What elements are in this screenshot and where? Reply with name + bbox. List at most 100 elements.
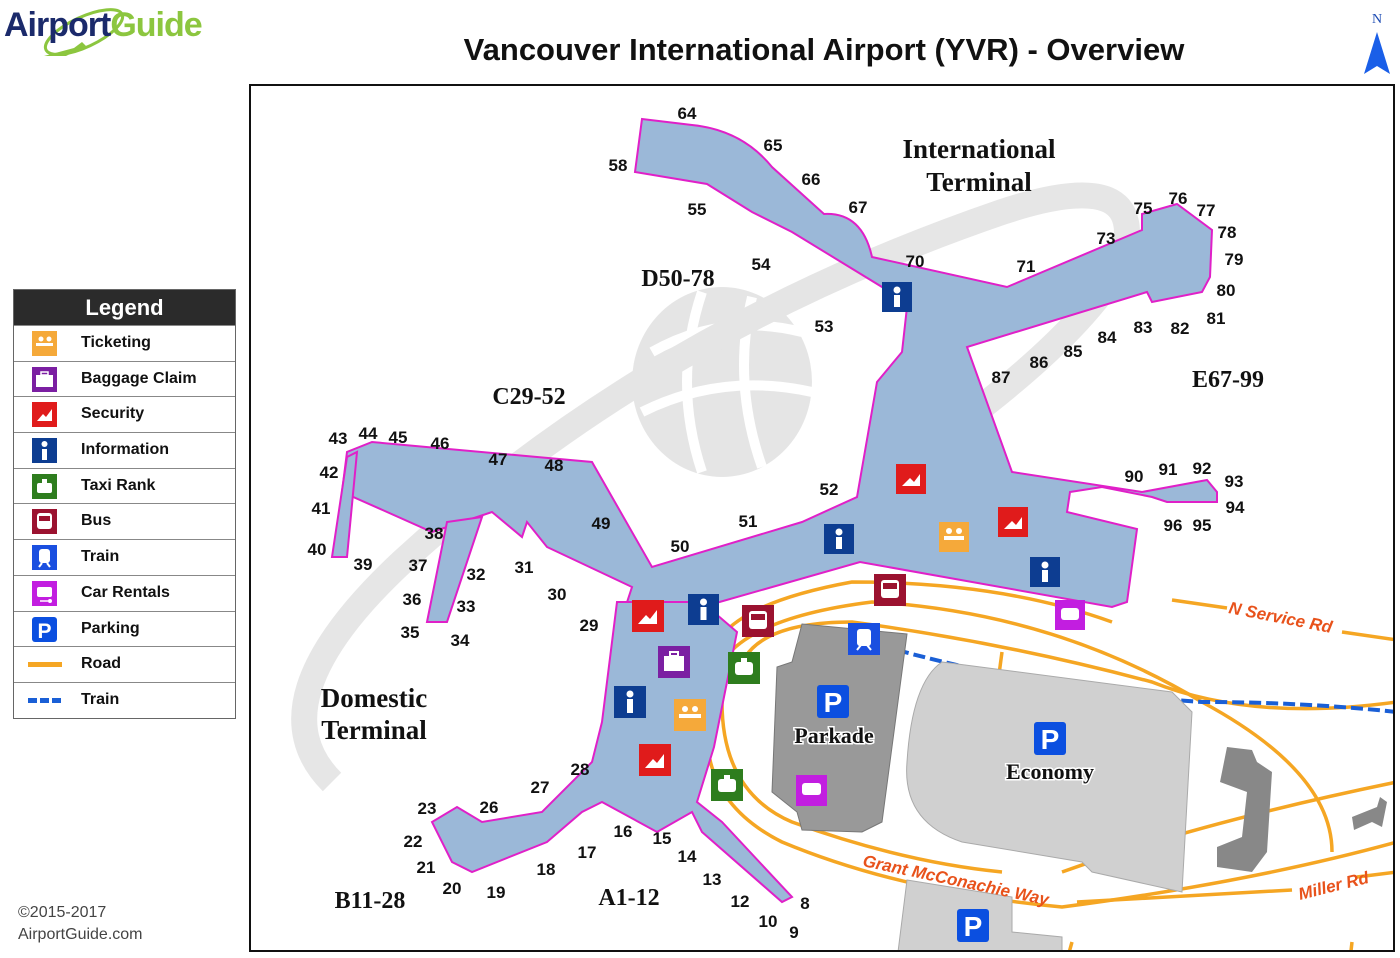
legend-item-security: Security	[14, 396, 235, 432]
gate-label: 90	[1125, 467, 1144, 486]
gate-label: 53	[815, 317, 834, 336]
airport-map[interactable]: P P P International Terminal Domestic Te…	[249, 84, 1395, 952]
small-structure	[1352, 797, 1387, 830]
airportguide-logo: AirportGuide	[4, 4, 204, 64]
legend-item-parking: P Parking	[14, 610, 235, 647]
legend-item-ticketing: Ticketing	[14, 325, 235, 361]
gate-label: 8	[800, 894, 809, 913]
gate-label: 91	[1159, 460, 1178, 479]
gate-label: 42	[320, 463, 339, 482]
train-icon	[32, 545, 57, 571]
gate-label: 10	[759, 912, 778, 931]
legend-label: Security	[81, 405, 145, 423]
ticketing-icon	[939, 522, 969, 552]
gate-label: 30	[548, 585, 567, 604]
security-icon	[632, 600, 664, 632]
gate-label: 84	[1098, 328, 1117, 347]
bus-icon	[742, 605, 774, 637]
gate-label: 22	[404, 832, 423, 851]
gate-label: 41	[312, 499, 331, 518]
bus-icon	[874, 574, 906, 606]
legend: Legend Ticketing Baggage Claim Security …	[13, 289, 236, 719]
gate-label: 94	[1226, 498, 1245, 517]
gate-label: 78	[1218, 223, 1237, 242]
ticketing-icon	[32, 331, 57, 356]
security-icon	[896, 464, 926, 494]
svg-text:P: P	[824, 687, 843, 718]
gate-label: 17	[578, 843, 597, 862]
gate-label: 93	[1225, 472, 1244, 491]
baggage-claim-icon	[658, 646, 690, 678]
svg-text:P: P	[964, 911, 983, 942]
train-icon	[848, 623, 880, 655]
information-icon	[882, 282, 912, 312]
legend-label: Baggage Claim	[81, 369, 197, 387]
gate-label: 23	[418, 799, 437, 818]
gate-label: 9	[789, 923, 798, 942]
information-icon	[824, 524, 854, 554]
hotel-building	[1217, 747, 1272, 872]
road-label-miller: Miller Rd	[1296, 868, 1371, 904]
car-rental-icon	[796, 775, 827, 806]
legend-item-taxi-rank: Taxi Rank	[14, 467, 235, 504]
gate-label: 70	[906, 252, 925, 271]
terminal-label-domestic: Domestic	[321, 683, 427, 713]
legend-label: Parking	[81, 619, 140, 637]
gate-label: 15	[653, 829, 672, 848]
gate-label: 87	[992, 368, 1011, 387]
terminal-label-domestic: Terminal	[321, 715, 427, 745]
gate-label: 52	[820, 480, 839, 499]
gate-label: 27	[531, 778, 550, 797]
security-icon	[32, 402, 57, 428]
gate-label: 47	[489, 450, 508, 469]
gate-label: 18	[537, 860, 556, 879]
car-rental-icon	[32, 580, 57, 606]
legend-label: Bus	[81, 512, 112, 530]
gate-label: 54	[752, 255, 771, 274]
terminal-label-international: Terminal	[926, 167, 1032, 197]
gate-label: 86	[1030, 353, 1049, 372]
gate-label: 48	[545, 456, 564, 475]
gate-label: 28	[571, 760, 590, 779]
gate-label: 34	[451, 631, 470, 650]
page-title: Vancouver International Airport (YVR) - …	[463, 32, 1185, 67]
gate-label: 16	[614, 822, 633, 841]
logo-text-airport: Airport	[4, 6, 111, 44]
concourse-label: E67-99	[1192, 367, 1264, 393]
gate-label: 32	[467, 565, 486, 584]
bus-icon	[32, 509, 57, 535]
north-arrow: N	[1362, 12, 1392, 78]
taxi-icon	[32, 473, 57, 499]
gate-label: 83	[1134, 318, 1153, 337]
legend-label: Car Rentals	[81, 583, 170, 601]
legend-label: Train	[81, 548, 120, 566]
legend-title: Legend	[14, 290, 235, 325]
parkade-label: Parkade	[794, 723, 874, 748]
concourse-label: C29-52	[492, 384, 565, 410]
legend-label: Road	[81, 655, 121, 673]
copyright: ©2015-2017 AirportGuide.com	[18, 902, 143, 946]
gate-label: 45	[389, 428, 408, 447]
legend-item-train-line: Train	[14, 681, 235, 718]
concourse-label: B11-28	[335, 888, 406, 914]
gate-label: 31	[515, 558, 534, 577]
gate-label: 12	[731, 892, 750, 911]
gate-label: 73	[1097, 229, 1116, 248]
gate-label: 49	[592, 514, 611, 533]
legend-item-road: Road	[14, 646, 235, 682]
taxi-icon	[711, 769, 743, 801]
information-icon	[614, 686, 646, 718]
logo-text-guide: Guide	[110, 6, 202, 44]
gate-label: 79	[1225, 250, 1244, 269]
economy-label: Economy	[1006, 759, 1094, 784]
parking-icon: P	[32, 616, 57, 642]
gate-label: 20	[443, 879, 462, 898]
gate-label: 35	[401, 623, 420, 642]
svg-text:P: P	[37, 620, 51, 642]
gate-label: 92	[1193, 459, 1212, 478]
concourse-label: D50-78	[641, 266, 714, 292]
gate-label: 58	[609, 156, 628, 175]
gate-label: 51	[739, 512, 758, 531]
gate-label: 39	[354, 555, 373, 574]
road-label-n-service: N Service Rd	[1227, 598, 1334, 637]
